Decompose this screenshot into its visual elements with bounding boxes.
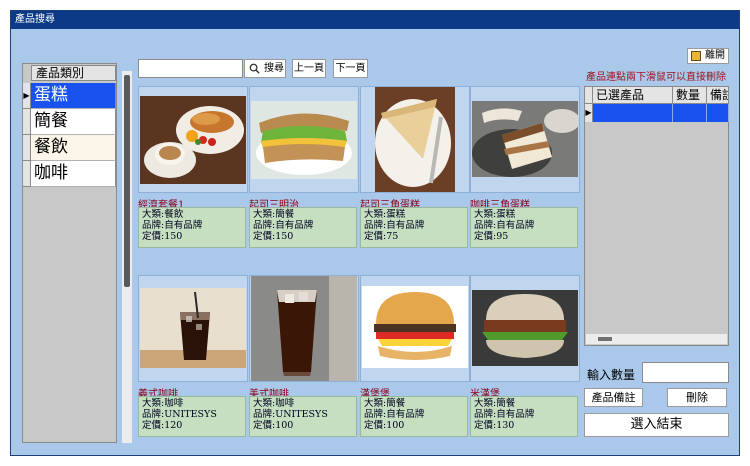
category-item-coffee[interactable]: 咖啡 <box>23 161 117 187</box>
category-item-light-meal[interactable]: 簡餐 <box>23 109 117 135</box>
delete-button[interactable]: 刪除 <box>667 388 727 407</box>
search-button[interactable]: 搜尋 <box>244 59 286 78</box>
product-scrollbar[interactable] <box>122 71 132 443</box>
iced-coffee-photo[interactable] <box>138 275 248 382</box>
product-card[interactable]: 美式咖啡 大類:咖啡 品牌:UNITESYS 定價:100 <box>249 275 359 441</box>
product-info: 大類:蛋糕 品牌:自有品牌 定價:95 <box>470 207 578 248</box>
product-search-window: 產品搜尋 產品類別 ▶ 蛋糕 簡餐 餐飲 咖啡 搜尋 上一頁 下一頁 離開 產品… <box>10 10 740 456</box>
quantity-label: 輸入數量 <box>587 368 636 382</box>
product-category: 大類:咖啡 <box>142 398 184 409</box>
product-card[interactable]: 咖啡三角蛋糕 大類:蛋糕 品牌:自有品牌 定價:95 <box>470 86 580 252</box>
exit-button-label: 離開 <box>705 50 725 61</box>
product-card[interactable]: 起司三明治 大類:簡餐 品牌:自有品牌 定價:150 <box>249 86 359 252</box>
product-price: 定價:150 <box>253 231 294 242</box>
breakfast-set-photo[interactable] <box>138 86 248 193</box>
rice-burger-photo[interactable] <box>470 275 580 382</box>
product-price: 定價:95 <box>474 231 509 242</box>
row-pointer-icon: ▶ <box>23 83 31 109</box>
finish-selection-button[interactable]: 選入結束 <box>584 413 729 437</box>
product-brand: 品牌:UNITESYS <box>142 409 217 420</box>
grid-horizontal-scrollbar[interactable] <box>586 334 727 344</box>
product-card[interactable]: 義式咖啡 大類:咖啡 品牌:UNITESYS 定價:120 <box>138 275 248 441</box>
product-price: 定價:130 <box>474 420 515 431</box>
product-info: 大類:簡餐 品牌:自有品牌 定價:150 <box>249 207 357 248</box>
search-button-label: 搜尋 <box>264 63 284 74</box>
product-info: 大類:簡餐 品牌:自有品牌 定價:130 <box>470 396 578 437</box>
product-card[interactable]: 米漢堡 大類:簡餐 品牌:自有品牌 定價:130 <box>470 275 580 441</box>
product-price: 定價:150 <box>142 231 183 242</box>
exit-door-icon <box>691 51 701 61</box>
product-brand: 品牌:UNITESYS <box>253 409 328 420</box>
grid-corner <box>585 87 593 104</box>
search-icon <box>249 63 260 74</box>
category-item-cake[interactable]: ▶ 蛋糕 <box>23 83 117 109</box>
row-marker <box>23 135 31 161</box>
product-scrollbar-thumb[interactable] <box>124 75 130 287</box>
product-brand: 品牌:自有品牌 <box>253 220 314 231</box>
quantity-input[interactable] <box>642 362 729 383</box>
coffee-cake-photo[interactable] <box>470 86 580 193</box>
column-header-product[interactable]: 已選產品 <box>593 87 673 104</box>
cheesecake-photo[interactable] <box>360 86 470 193</box>
product-category: 大類:蛋糕 <box>364 209 406 220</box>
product-price: 定價:100 <box>253 420 294 431</box>
product-brand: 品牌:自有品牌 <box>364 220 425 231</box>
product-category: 大類:簡餐 <box>253 209 295 220</box>
product-info: 大類:咖啡 品牌:UNITESYS 定價:120 <box>138 396 246 437</box>
product-brand: 品牌:自有品牌 <box>364 409 425 420</box>
product-card[interactable]: 經濟套餐1 大類:餐飲 品牌:自有品牌 定價:150 <box>138 86 248 252</box>
delete-hint: 產品連點兩下滑鼠可以直接刪除 <box>586 72 726 83</box>
search-input[interactable] <box>138 59 243 78</box>
next-page-button[interactable]: 下一頁 <box>333 59 368 78</box>
product-category: 大類:餐飲 <box>142 209 184 220</box>
category-list: 產品類別 ▶ 蛋糕 簡餐 餐飲 咖啡 <box>22 63 117 443</box>
grid-scrollbar-thumb[interactable] <box>598 337 612 341</box>
burger-photo[interactable] <box>360 275 470 382</box>
category-item-label[interactable]: 咖啡 <box>31 161 116 187</box>
product-card[interactable]: 起司三角蛋糕 大類:蛋糕 品牌:自有品牌 定價:75 <box>360 86 470 252</box>
exit-button[interactable]: 離開 <box>687 48 729 64</box>
product-brand: 品牌:自有品牌 <box>474 220 535 231</box>
category-item-label[interactable]: 簡餐 <box>31 109 116 135</box>
product-note-button[interactable]: 產品備註 <box>584 388 643 407</box>
category-item-meal[interactable]: 餐飲 <box>23 135 117 161</box>
product-price: 定價:120 <box>142 420 183 431</box>
row-pointer-icon: ▶ <box>585 104 593 122</box>
selected-row-cell[interactable] <box>673 104 707 122</box>
product-category: 大類:簡餐 <box>474 398 516 409</box>
product-price: 定價:100 <box>364 420 405 431</box>
window-title: 產品搜尋 <box>11 11 739 29</box>
product-price: 定價:75 <box>364 231 399 242</box>
product-info: 大類:餐飲 品牌:自有品牌 定價:150 <box>138 207 246 248</box>
column-header-quantity[interactable]: 數量 <box>673 87 707 104</box>
product-card[interactable]: 漢堡堡 大類:簡餐 品牌:自有品牌 定價:100 <box>360 275 470 441</box>
category-list-header: 產品類別 <box>31 65 116 81</box>
product-category: 大類:蛋糕 <box>474 209 516 220</box>
americano-photo[interactable] <box>249 275 359 382</box>
category-item-label[interactable]: 餐飲 <box>31 135 116 161</box>
selected-row-cell[interactable] <box>707 104 729 122</box>
row-marker <box>23 161 31 187</box>
prev-page-button[interactable]: 上一頁 <box>292 59 326 78</box>
product-category: 大類:咖啡 <box>253 398 295 409</box>
product-category: 大類:簡餐 <box>364 398 406 409</box>
selected-row-cell[interactable] <box>593 104 673 122</box>
product-info: 大類:咖啡 品牌:UNITESYS 定價:100 <box>249 396 357 437</box>
row-marker <box>23 109 31 135</box>
product-info: 大類:蛋糕 品牌:自有品牌 定價:75 <box>360 207 468 248</box>
product-brand: 品牌:自有品牌 <box>142 220 203 231</box>
column-header-note[interactable]: 備註 <box>707 87 729 104</box>
selected-products-grid[interactable]: 已選產品 數量 備註 ▶ <box>584 86 729 346</box>
cheese-sandwich-photo[interactable] <box>249 86 359 193</box>
category-item-label[interactable]: 蛋糕 <box>31 83 116 109</box>
product-info: 大類:簡餐 品牌:自有品牌 定價:100 <box>360 396 468 437</box>
product-brand: 品牌:自有品牌 <box>474 409 535 420</box>
